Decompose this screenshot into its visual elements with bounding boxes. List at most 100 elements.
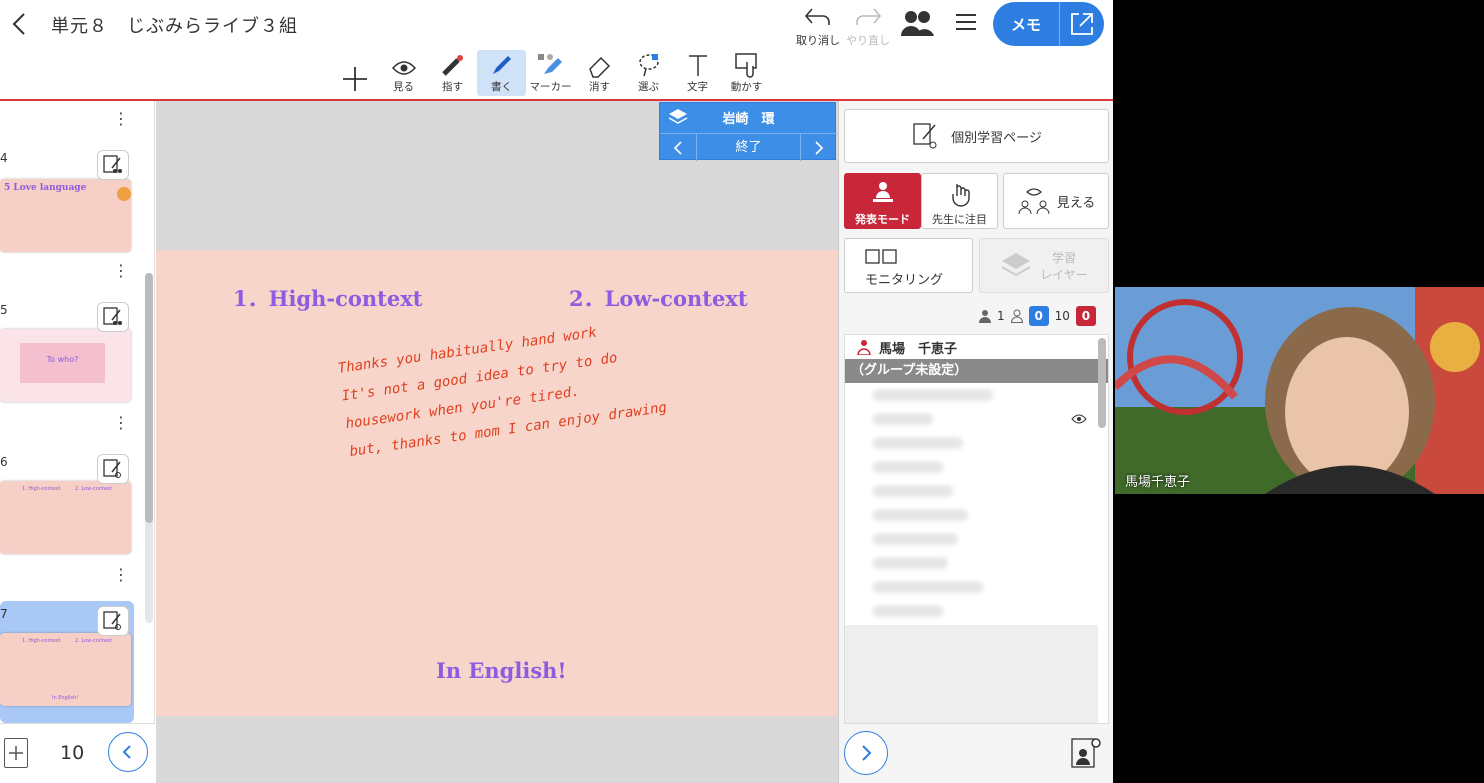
group-edit-icon[interactable] (97, 302, 129, 332)
more-options-icon[interactable]: ⋮ (113, 413, 129, 432)
expand-panel-button[interactable] (844, 731, 888, 775)
redo-label: やり直し (846, 34, 890, 47)
individual-study-page-button[interactable]: 個別学習ページ (844, 109, 1109, 163)
presenter-icon (872, 182, 893, 202)
teacher-row[interactable]: 馬場 千恵子 (845, 335, 1108, 359)
marker-icon (537, 54, 562, 74)
user-settings-icon[interactable] (1068, 735, 1104, 771)
move-tool[interactable]: 動かす (722, 50, 771, 96)
list-empty-area (845, 625, 1098, 723)
more-options-icon[interactable]: ⋮ (113, 261, 129, 280)
blurred-name (873, 581, 983, 593)
group-edit-icon[interactable] (97, 150, 129, 180)
scrollbar-thumb[interactable] (145, 273, 153, 523)
list-item[interactable] (845, 479, 1108, 503)
alert-count-badge: 0 (1075, 306, 1096, 326)
prev-student-button[interactable] (660, 134, 696, 161)
student-layer-box: 岩崎 環 終了 (659, 102, 837, 161)
list-item[interactable] (845, 455, 1108, 479)
slide-number: 4 (0, 151, 8, 165)
list-item[interactable] (845, 431, 1108, 455)
study-layer-button[interactable]: 学習 レイヤー (979, 238, 1109, 293)
student-icon (1010, 309, 1023, 323)
monitoring-label: モニタリング (865, 273, 944, 288)
list-item[interactable] (845, 383, 1108, 407)
add-slide-button[interactable] (4, 738, 28, 768)
users-icon[interactable] (898, 8, 936, 41)
teacher-icon (857, 340, 871, 355)
blurred-name (873, 605, 943, 617)
list-item[interactable] (845, 527, 1108, 551)
eye-icon[interactable] (1071, 413, 1087, 425)
view-tool[interactable]: 見る (379, 50, 428, 96)
blurred-name (873, 485, 953, 497)
monitoring-button[interactable]: モニタリング (844, 238, 973, 293)
end-layer-button[interactable]: 終了 (696, 134, 801, 161)
more-options-icon[interactable]: ⋮ (113, 565, 129, 584)
individual-study-page-label: 個別学習ページ (951, 130, 1042, 146)
eye-icon (391, 61, 416, 75)
teacher-panel: 個別学習ページ 発表モード 先生に注目 見える モニタリング 学習 レイヤー 1… (838, 101, 1113, 783)
visibility-label: 見える (1056, 195, 1096, 211)
individual-edit-icon[interactable] (97, 606, 129, 636)
list-scrollbar[interactable] (1098, 338, 1106, 428)
slide-thumbnail-6[interactable]: 1. High-context 2. Low-context (0, 481, 131, 554)
external-open-icon[interactable] (1060, 11, 1104, 37)
list-item[interactable] (845, 599, 1108, 623)
back-icon[interactable] (8, 8, 32, 40)
tool-label: 消す (589, 81, 610, 93)
more-options-icon[interactable]: ⋮ (113, 109, 129, 128)
layers-icon (660, 108, 696, 126)
pen-icon (492, 56, 511, 74)
group-header: （グループ未設定） (845, 359, 1108, 383)
list-item[interactable] (845, 503, 1108, 527)
online-count-badge: 0 (1028, 306, 1049, 326)
undo-button[interactable]: 取り消し (796, 6, 840, 48)
slide-thumbnail-7[interactable]: 1. High-context 2. Low-context In Englis… (0, 633, 131, 706)
drawing-canvas[interactable]: 1．High-context 2．Low-context Thanks you … (156, 101, 838, 783)
visibility-button[interactable]: 見える (1003, 173, 1109, 229)
video-feed: 馬場千恵子 (1115, 287, 1484, 494)
collapse-panel-button[interactable] (108, 732, 148, 772)
add-tool[interactable] (330, 50, 379, 96)
presentation-mode-button[interactable]: 発表モード (844, 173, 921, 229)
teacher-icon (979, 310, 991, 323)
blurred-name (873, 461, 943, 473)
participant-list: 馬場 千恵子 （グループ未設定） (844, 334, 1109, 724)
redo-icon (856, 8, 882, 25)
select-tool[interactable]: 選ぶ (624, 50, 673, 96)
pen-tool[interactable]: 書く (477, 50, 526, 96)
list-item[interactable] (845, 407, 1108, 431)
slide-thumbnail-4[interactable]: 5 Love language (0, 179, 131, 252)
list-item[interactable] (845, 551, 1108, 575)
slide-number: 7 (0, 607, 8, 621)
slide-page[interactable]: 1．High-context 2．Low-context Thanks you … (156, 250, 838, 716)
slide-footer: In English! (436, 658, 567, 683)
thumbnail-scrollbar[interactable] (145, 273, 153, 623)
list-item[interactable] (845, 575, 1108, 599)
memo-button[interactable]: メモ (993, 2, 1104, 46)
share-view-icon (1018, 188, 1050, 215)
text-tool[interactable]: 文字 (673, 50, 722, 96)
thumbnail-footer-bar: 10 (0, 723, 155, 783)
next-student-button[interactable] (801, 134, 837, 161)
tool-label: 書く (491, 81, 512, 93)
tool-label: 指す (442, 81, 463, 93)
slide-thumbnail-5[interactable]: To who? (0, 329, 131, 402)
teacher-attention-button[interactable]: 先生に注目 (921, 173, 998, 229)
blurred-name (873, 509, 968, 521)
eraser-tool[interactable]: 消す (575, 50, 624, 96)
redo-button[interactable]: やり直し (845, 6, 891, 48)
marker-tool[interactable]: マーカー (526, 50, 575, 96)
blurred-name (873, 437, 963, 449)
chevron-left-icon (122, 745, 131, 759)
slide-number: 6 (0, 455, 8, 469)
thumbnail-heading-1: 1. High-context (22, 486, 61, 492)
chevron-right-icon (862, 745, 872, 761)
pointer-tool[interactable]: 指す (428, 50, 477, 96)
individual-edit-icon[interactable] (97, 454, 129, 484)
menu-icon[interactable] (952, 10, 980, 37)
page-count: 10 (60, 742, 85, 764)
thumbnail-heading-1: 1. High-context (22, 638, 61, 644)
tool-label: 選ぶ (638, 81, 659, 93)
